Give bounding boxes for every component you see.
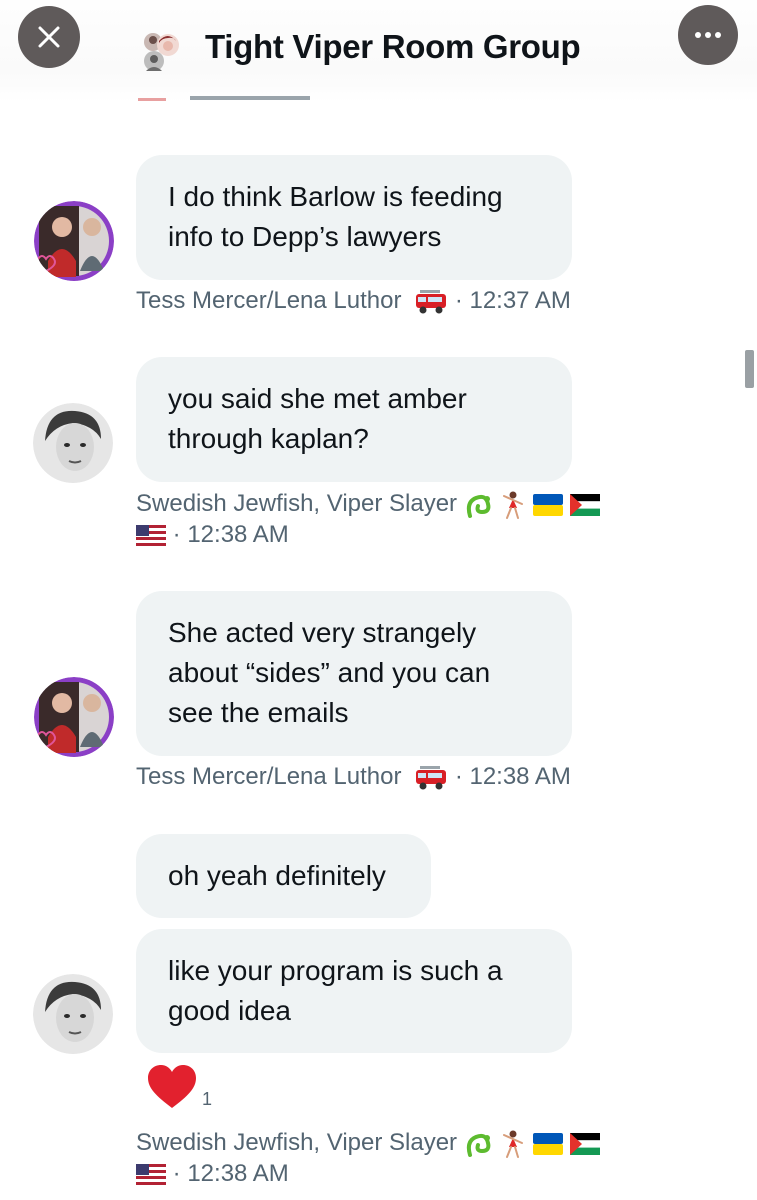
palestine-flag-icon [569, 1132, 600, 1155]
message-bubble[interactable]: oh yeah definitely [136, 834, 431, 918]
message-meta: Swedish Jewfish, Viper Slayer [136, 1127, 600, 1159]
message-time: · 12:38 AM [454, 763, 571, 790]
message-meta: Tess Mercer/Lena Luthor · 12:37 AM [136, 285, 571, 317]
message-text: She acted very strangely [168, 617, 477, 648]
palestine-flag-icon [569, 493, 600, 516]
more-options-button[interactable] [678, 5, 738, 65]
message-bubble[interactable]: you said she met amber through kaplan? [136, 357, 572, 482]
snake-icon [466, 1133, 491, 1157]
chat-title: Tight Viper Room Group [205, 28, 581, 65]
message-text: good idea [168, 995, 292, 1026]
ukraine-flag-icon [533, 493, 564, 516]
message-text: about “sides” and you can [168, 657, 491, 688]
message-text: info to Depp’s lawyers [168, 221, 442, 252]
dancer-icon [503, 1130, 524, 1158]
sender-name[interactable]: Swedish Jewfish, Viper Slayer [136, 1129, 457, 1156]
avatar-swedish-jewfish[interactable] [33, 403, 113, 483]
avatar-tess-mercer[interactable] [34, 201, 114, 281]
message-bubble[interactable]: She acted very strangely about “sides” a… [136, 591, 572, 756]
heart-icon [148, 1065, 196, 1108]
message-time: · 12:38 AM [172, 521, 289, 548]
reaction-count: 1 [202, 1089, 213, 1109]
message-text: through kaplan? [168, 423, 369, 454]
message-text: see the emails [168, 697, 349, 728]
us-flag-icon [136, 524, 166, 547]
ukraine-flag-icon [533, 1132, 564, 1155]
fire-engine-icon [416, 289, 447, 314]
message-text: oh yeah definitely [168, 860, 386, 891]
scrollbar-thumb[interactable] [745, 350, 754, 388]
fire-engine-icon [416, 765, 447, 790]
dancer-icon [503, 491, 524, 519]
message-text: you said she met amber [168, 383, 467, 414]
message-time: · 12:37 AM [454, 287, 571, 314]
snake-icon [466, 494, 491, 518]
message-meta: Tess Mercer/Lena Luthor · 12:38 AM [136, 761, 571, 793]
chat-header: Tight Viper Room Group [0, 0, 757, 102]
close-button[interactable] [18, 6, 80, 68]
close-icon [38, 26, 60, 48]
message-bubble[interactable]: I do think Barlow is feeding info to Dep… [136, 155, 572, 280]
sender-name[interactable]: Tess Mercer/Lena Luthor [136, 763, 401, 790]
group-avatar[interactable] [140, 31, 182, 73]
message-meta: Swedish Jewfish, Viper Slayer [136, 488, 600, 520]
message-meta-line2: · 12:38 AM [136, 1158, 289, 1190]
sender-name[interactable]: Swedish Jewfish, Viper Slayer [136, 490, 457, 517]
message-meta-line2: · 12:38 AM [136, 519, 289, 551]
sender-name[interactable]: Tess Mercer/Lena Luthor [136, 287, 401, 314]
avatar-tess-mercer[interactable] [34, 677, 114, 757]
message-text: I do think Barlow is feeding [168, 181, 503, 212]
avatar-swedish-jewfish[interactable] [33, 974, 113, 1054]
message-bubble[interactable]: like your program is such a good idea [136, 929, 572, 1053]
reaction[interactable]: 1 [146, 1064, 212, 1110]
more-icon [695, 32, 721, 38]
message-time: · 12:38 AM [172, 1160, 289, 1187]
message-text: like your program is such a [168, 955, 503, 986]
us-flag-icon [136, 1163, 166, 1186]
cutoff-previous-meta [138, 96, 310, 101]
